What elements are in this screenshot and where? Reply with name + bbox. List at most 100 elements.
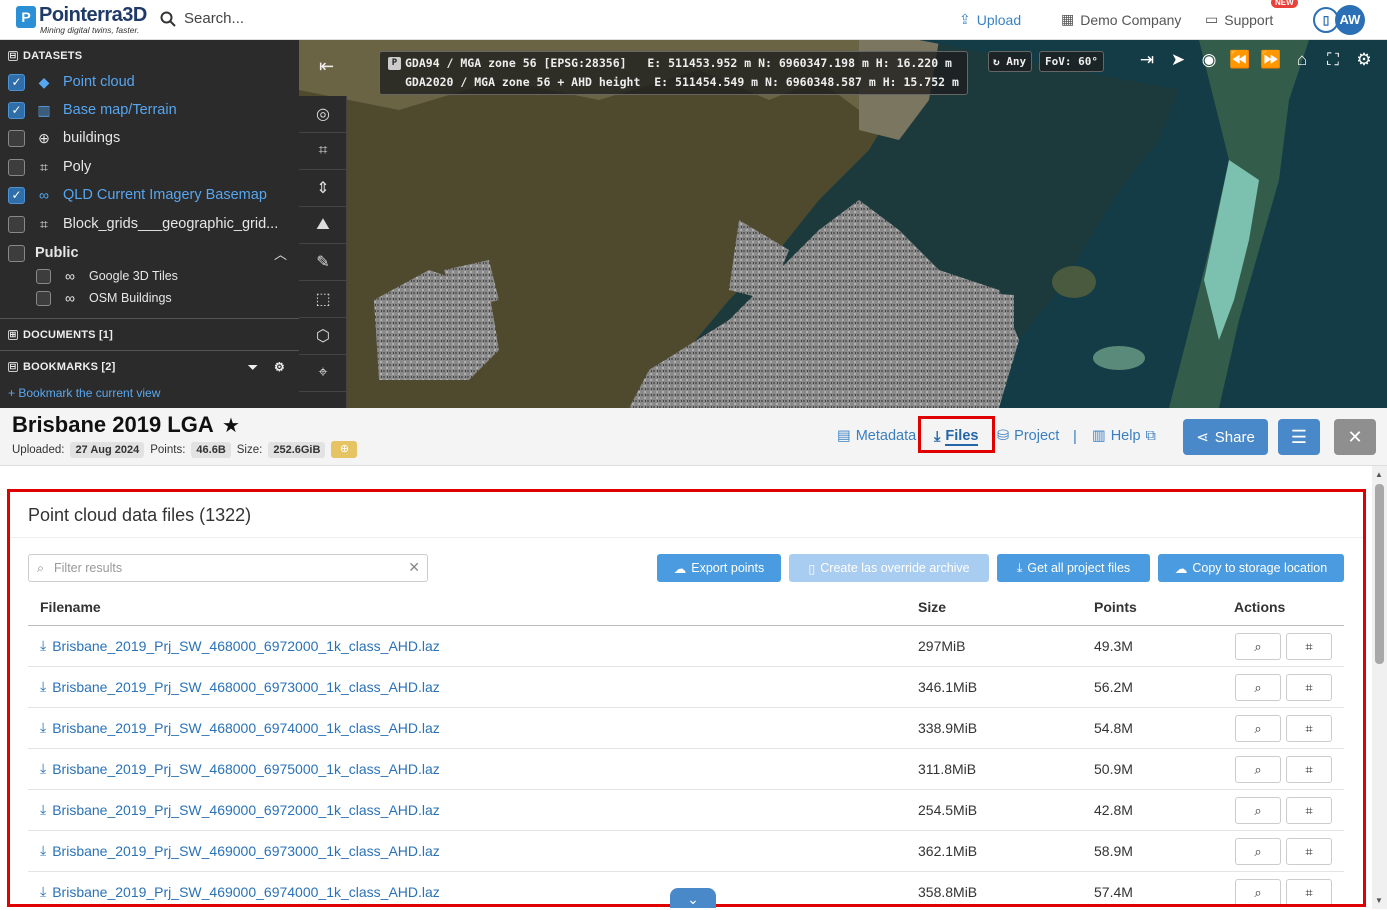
checkbox[interactable] bbox=[8, 244, 25, 262]
documents-heading[interactable]: ⊞ DOCUMENTS [1] bbox=[8, 329, 113, 341]
gear-icon[interactable]: ⚙ bbox=[1353, 50, 1375, 70]
dataset-item-block-grids[interactable]: ⌗ Block_grids___geographic_grid... bbox=[8, 213, 278, 235]
share-button[interactable]: ⋖ Share bbox=[1183, 419, 1268, 455]
marker-icon[interactable]: ⌖ bbox=[299, 355, 347, 392]
dataset-item-qld-imagery[interactable]: ✓ ∞ QLD Current Imagery Basemap bbox=[8, 184, 267, 206]
export-points-button[interactable]: ☁ Export points bbox=[657, 554, 781, 582]
crop-button[interactable]: ⌗ bbox=[1286, 797, 1332, 824]
inspect-button[interactable]: ⌕ bbox=[1235, 879, 1281, 904]
map-viewport[interactable] bbox=[299, 40, 1387, 408]
search-input[interactable]: Search... bbox=[160, 10, 244, 27]
upload-label: Upload bbox=[976, 11, 1022, 28]
scroll-down-icon[interactable]: ▼ bbox=[1375, 896, 1383, 905]
filter-input[interactable]: ⌕ Filter results ✕ bbox=[28, 554, 428, 582]
file-link[interactable]: ⤓ Brisbane_2019_Prj_SW_469000_6973000_1k_… bbox=[40, 842, 440, 859]
any-selector[interactable]: ↻ Any bbox=[988, 51, 1033, 72]
menu-button[interactable]: ☰ bbox=[1278, 419, 1320, 455]
get-all-files-button[interactable]: ⤓ Get all project files bbox=[997, 554, 1150, 582]
navigation-icon[interactable]: ➤ bbox=[1167, 50, 1189, 70]
column-header-size[interactable]: Size bbox=[918, 599, 946, 615]
crop-button[interactable]: ⌗ bbox=[1286, 715, 1332, 742]
avatar[interactable]: ▯ AW bbox=[1313, 5, 1367, 35]
inspect-button[interactable]: ⌕ bbox=[1235, 756, 1281, 783]
crop-button[interactable]: ⌗ bbox=[1286, 838, 1332, 865]
file-link[interactable]: ⤓ Brisbane_2019_Prj_SW_468000_6974000_1k_… bbox=[40, 719, 440, 736]
checkbox[interactable]: ✓ bbox=[8, 73, 25, 91]
clear-icon[interactable]: ✕ bbox=[408, 559, 420, 576]
filter-icon[interactable]: ⏷ bbox=[248, 360, 258, 375]
dataset-item-base-map[interactable]: ✓ ▥ Base map/Terrain bbox=[8, 99, 177, 121]
locate-icon[interactable]: ◎ bbox=[299, 96, 347, 133]
logo[interactable]: P Pointerra3D Mining digital twins, fast… bbox=[16, 4, 147, 36]
crop-icon: ⌗ bbox=[1305, 720, 1313, 736]
checkbox[interactable] bbox=[36, 268, 51, 284]
checkbox[interactable] bbox=[36, 290, 51, 306]
checkbox[interactable]: ✓ bbox=[8, 101, 25, 119]
inspect-button[interactable]: ⌕ bbox=[1235, 797, 1281, 824]
sign-in-icon[interactable]: ⇥ bbox=[1136, 50, 1158, 70]
scrollbar[interactable]: ▲ ▼ bbox=[1372, 466, 1387, 909]
dataset-item-poly[interactable]: ⌗ Poly bbox=[8, 156, 91, 178]
collapse-panel-icon[interactable]: ⇤ bbox=[319, 56, 334, 77]
file-link[interactable]: ⤓ Brisbane_2019_Prj_SW_469000_6972000_1k_… bbox=[40, 801, 440, 818]
profile-icon[interactable]: ⛰ bbox=[299, 207, 347, 244]
home-icon[interactable]: ⌂ bbox=[1291, 50, 1313, 70]
bookmarks-heading-label: BOOKMARKS [2] bbox=[23, 361, 116, 373]
datasets-heading[interactable]: ⊟ DATASETS bbox=[8, 50, 82, 62]
star-icon[interactable]: ★ bbox=[222, 413, 240, 438]
file-link[interactable]: ⤓ Brisbane_2019_Prj_SW_468000_6973000_1k_… bbox=[40, 678, 440, 695]
file-link[interactable]: ⤓ Brisbane_2019_Prj_SW_469000_6974000_1k_… bbox=[40, 883, 440, 900]
scrollbar-thumb[interactable] bbox=[1375, 484, 1384, 664]
public-group[interactable]: Public ︿ bbox=[8, 242, 291, 264]
eye-icon[interactable]: ◉ bbox=[1198, 50, 1220, 70]
checkbox[interactable] bbox=[8, 215, 25, 233]
company-link[interactable]: ▦ Demo Company bbox=[1061, 11, 1181, 28]
polygon-icon: ⌗ bbox=[40, 158, 48, 175]
chevron-down-icon[interactable]: ⌄ bbox=[670, 888, 716, 908]
area-icon[interactable]: ⬚ bbox=[299, 281, 347, 318]
column-header-filename[interactable]: Filename bbox=[40, 599, 101, 615]
dataset-item-buildings[interactable]: ⊕ buildings bbox=[8, 127, 120, 149]
book-icon: ▥ bbox=[1092, 428, 1106, 444]
volume-icon[interactable]: ⬡ bbox=[299, 318, 347, 355]
crop-button[interactable]: ⌗ bbox=[1286, 879, 1332, 904]
forward-icon[interactable]: ⏩ bbox=[1260, 50, 1282, 70]
crop-button[interactable]: ⌗ bbox=[1286, 756, 1332, 783]
crop-button[interactable]: ⌗ bbox=[1286, 674, 1332, 701]
download-icon: ⤓ bbox=[40, 760, 47, 776]
support-link[interactable]: ▭ Support bbox=[1205, 11, 1273, 28]
checkbox[interactable] bbox=[8, 158, 25, 176]
ruler-icon[interactable]: ✎ bbox=[299, 244, 347, 281]
fullscreen-icon[interactable]: ⛶ bbox=[1322, 50, 1344, 70]
height-icon[interactable]: ⇕ bbox=[299, 170, 347, 207]
tab-help[interactable]: ▥ Help ⧉ bbox=[1092, 428, 1156, 444]
column-header-points[interactable]: Points bbox=[1094, 599, 1137, 615]
upload-link[interactable]: ⇪ Upload bbox=[959, 11, 1021, 28]
crop-icon[interactable]: ⌗ bbox=[299, 133, 347, 170]
inspect-button[interactable]: ⌕ bbox=[1235, 715, 1281, 742]
checkbox[interactable]: ✓ bbox=[8, 186, 25, 204]
bookmarks-heading[interactable]: ⊟ BOOKMARKS [2] ⏷ ⚙ bbox=[8, 360, 291, 375]
close-button[interactable]: ✕ bbox=[1334, 419, 1376, 455]
file-link[interactable]: ⤓ Brisbane_2019_Prj_SW_468000_6975000_1k_… bbox=[40, 760, 440, 777]
tab-project[interactable]: ⛁ Project bbox=[997, 428, 1059, 444]
dataset-item-point-cloud[interactable]: ✓ ◆ Point cloud bbox=[8, 71, 135, 93]
public-item-osm[interactable]: ∞ OSM Buildings bbox=[36, 287, 172, 309]
crop-button[interactable]: ⌗ bbox=[1286, 633, 1332, 660]
scroll-up-icon[interactable]: ▲ bbox=[1375, 470, 1383, 479]
bookmark-current-view-link[interactable]: + Bookmark the current view bbox=[8, 386, 160, 400]
rewind-icon[interactable]: ⏪ bbox=[1229, 50, 1251, 70]
copy-to-storage-button[interactable]: ☁ Copy to storage location bbox=[1158, 554, 1344, 582]
download-icon: ⤓ bbox=[40, 678, 47, 694]
gear-icon[interactable]: ⚙ bbox=[274, 360, 285, 374]
tab-metadata[interactable]: ▤ Metadata bbox=[837, 428, 916, 444]
inspect-button[interactable]: ⌕ bbox=[1235, 838, 1281, 865]
checkbox[interactable] bbox=[8, 129, 25, 147]
inspect-button[interactable]: ⌕ bbox=[1235, 633, 1281, 660]
create-override-archive-button[interactable]: ▯ Create las override archive bbox=[789, 554, 989, 582]
public-item-google-3d[interactable]: ∞ Google 3D Tiles bbox=[36, 265, 178, 287]
fov-selector[interactable]: FoV: 60° bbox=[1039, 51, 1104, 72]
file-link[interactable]: ⤓ Brisbane_2019_Prj_SW_468000_6972000_1k_… bbox=[40, 637, 440, 654]
chevron-up-icon[interactable]: ︿ bbox=[274, 244, 287, 263]
inspect-button[interactable]: ⌕ bbox=[1235, 674, 1281, 701]
